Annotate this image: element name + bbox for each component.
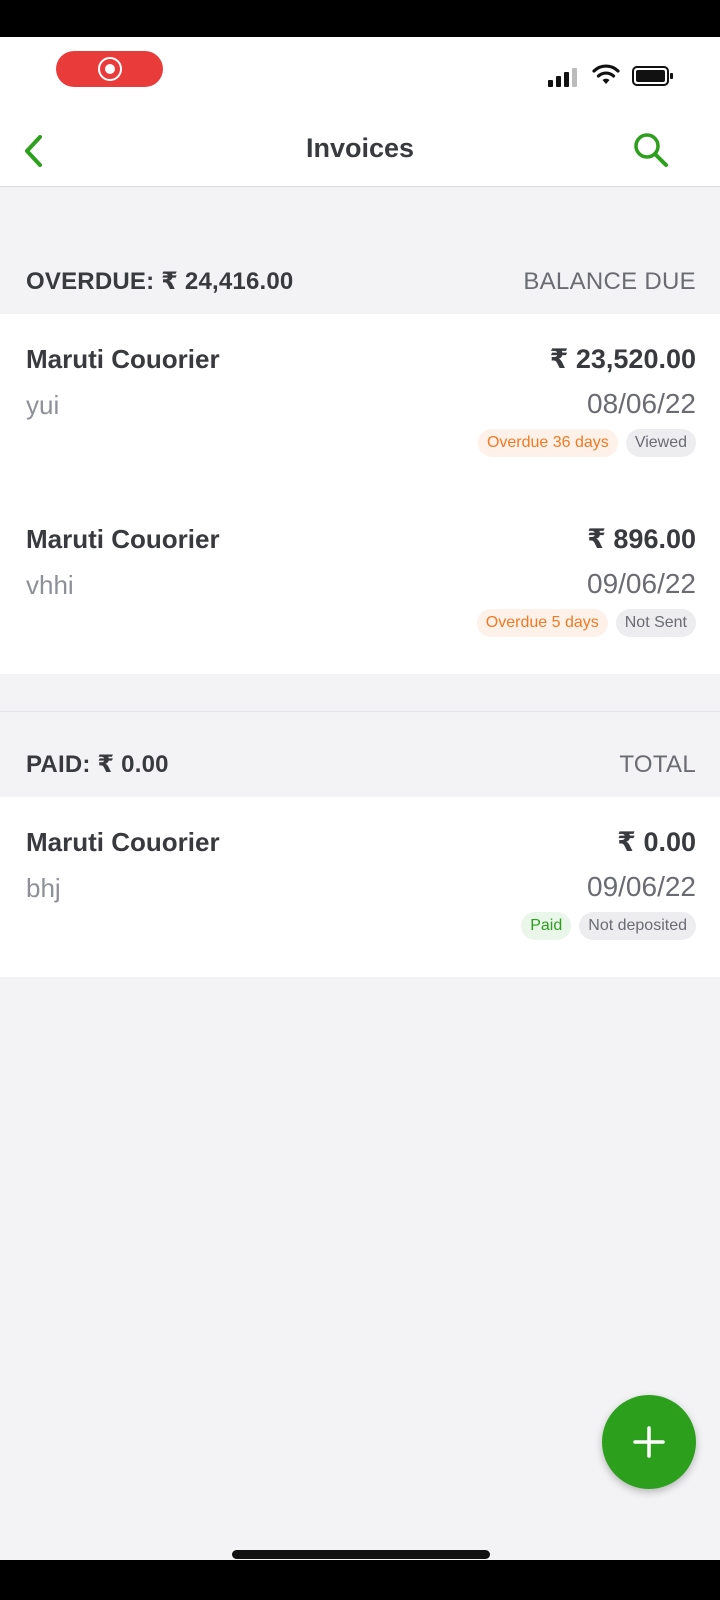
overdue-invoice-list: Maruti Couorier yui ₹ 23,520.00 08/06/22… (0, 314, 720, 674)
paid-status-badge: Paid (521, 912, 572, 940)
screen-record-indicator[interactable] (56, 51, 163, 87)
invoice-amount: ₹ 896.00 (587, 524, 696, 554)
invoice-memo: vhhi (26, 570, 74, 600)
invoice-row[interactable]: Maruti Couorier vhhi ₹ 896.00 09/06/22 O… (0, 494, 720, 674)
invoice-date: 08/06/22 (587, 388, 696, 419)
navigation-bar: Invoices (0, 113, 720, 187)
home-indicator[interactable] (232, 1550, 490, 1559)
battery-icon (632, 66, 673, 86)
invoice-amount: ₹ 0.00 (617, 827, 696, 857)
wifi-icon (592, 64, 620, 84)
invoice-row[interactable]: Maruti Couorier yui ₹ 23,520.00 08/06/22… (0, 314, 720, 494)
cellular-signal-icon (548, 67, 582, 87)
overdue-section-header: OVERDUE: ₹ 24,416.00 BALANCE DUE (0, 228, 720, 314)
delivery-status-badge: Viewed (625, 429, 696, 457)
invoice-date: 09/06/22 (587, 871, 696, 902)
top-black-bar (0, 0, 720, 37)
paid-total-label: PAID: ₹ 0.00 (26, 751, 169, 778)
paid-invoice-list: Maruti Couorier bhj ₹ 0.00 09/06/22 Paid… (0, 797, 720, 977)
invoice-customer: Maruti Couorier (26, 524, 220, 554)
invoice-memo: yui (26, 390, 60, 420)
invoice-date: 09/06/22 (587, 568, 696, 599)
search-icon (634, 133, 668, 167)
plus-icon (633, 1426, 665, 1458)
overdue-status-badge: Overdue 36 days (477, 429, 618, 457)
add-invoice-button[interactable] (602, 1395, 696, 1489)
invoice-customer: Maruti Couorier (26, 827, 220, 857)
invoice-amount: ₹ 23,520.00 (549, 344, 696, 374)
page-title: Invoices (305, 133, 415, 163)
bottom-black-bar (0, 1560, 720, 1600)
invoice-row[interactable]: Maruti Couorier bhj ₹ 0.00 09/06/22 Paid… (0, 797, 720, 977)
status-bar (0, 37, 720, 113)
invoice-memo: bhj (26, 873, 61, 903)
overdue-status-badge: Overdue 5 days (476, 609, 608, 637)
balance-due-column-label: BALANCE DUE (523, 268, 696, 295)
deposit-status-badge: Not deposited (579, 912, 696, 940)
search-button[interactable] (630, 129, 672, 171)
paid-section-header: PAID: ₹ 0.00 TOTAL (0, 711, 720, 797)
screen-record-icon (97, 57, 122, 81)
delivery-status-badge: Not Sent (615, 609, 696, 637)
total-column-label: TOTAL (619, 751, 696, 778)
invoice-customer: Maruti Couorier (26, 344, 220, 374)
overdue-total-label: OVERDUE: ₹ 24,416.00 (26, 268, 294, 295)
